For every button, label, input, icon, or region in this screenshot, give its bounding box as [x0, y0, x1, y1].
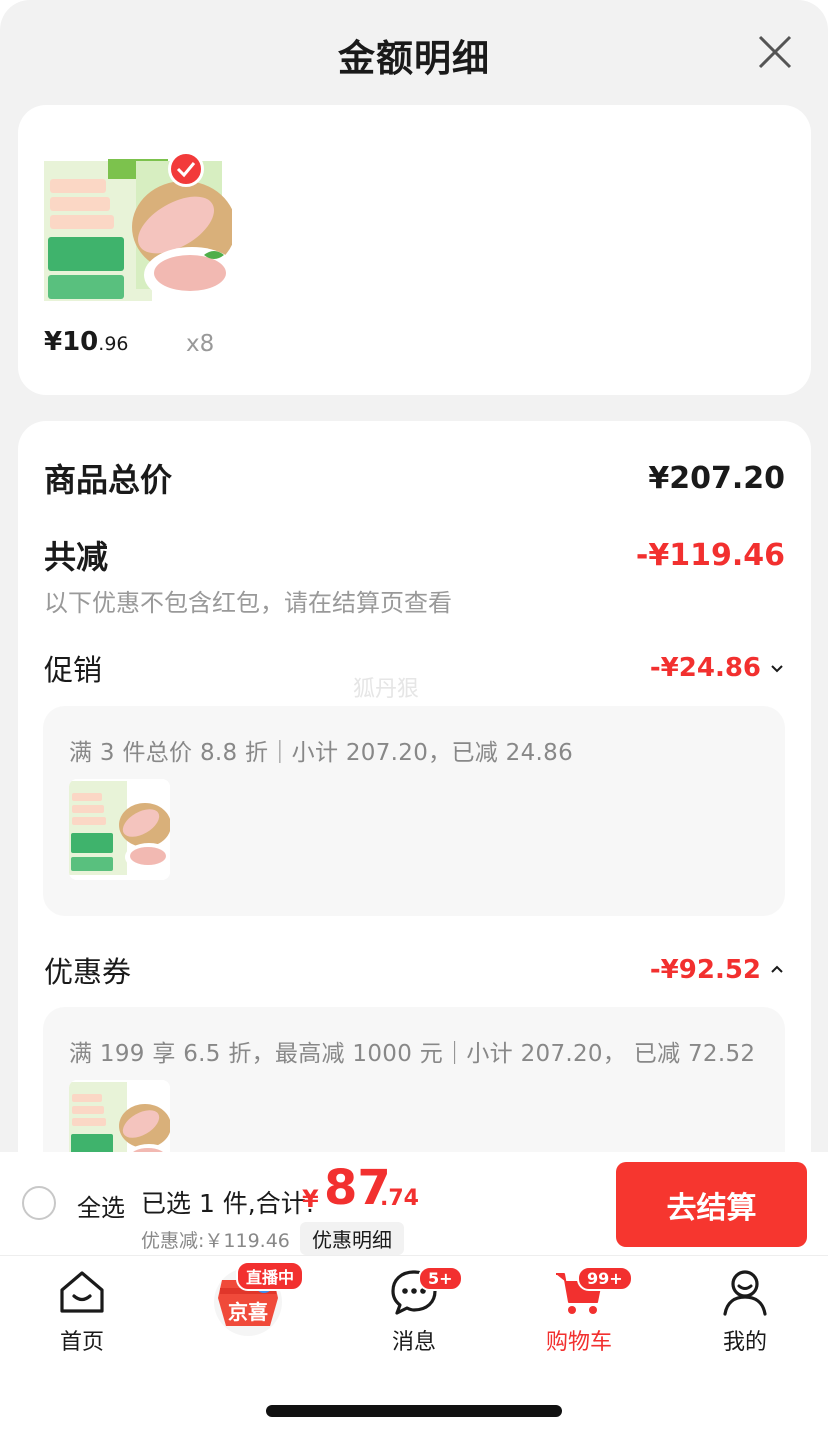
sheet-title: 金额明细 [338, 37, 490, 80]
coupon-label: 优惠券 [44, 955, 132, 989]
tab-label: 消息 [391, 1330, 436, 1355]
tab-label: 购物车 [545, 1330, 612, 1355]
reduction-value: -¥119.46 [635, 537, 785, 573]
tab-home[interactable]: 首页 [22, 1266, 142, 1356]
discount-total: 优惠减:￥119.46 [141, 1230, 290, 1252]
promotion-product-thumbnail[interactable] [69, 779, 170, 880]
checkout-bar: 全选 已选 1 件,合计: ¥ 87 .74 优惠减:￥119.46 优惠明细 … [0, 1152, 828, 1256]
promotion-amount: -¥24.86 [650, 653, 785, 683]
chevron-down-icon [771, 665, 783, 673]
coupon-amount: -¥92.52 [650, 955, 785, 985]
promotion-detail: 满 3 件总价 8.8 折｜小计 207.20，已减 24.86 [69, 740, 573, 766]
product-card: ¥10.96 x8 [18, 105, 811, 395]
tab-label: 首页 [59, 1330, 104, 1355]
select-all-label[interactable]: 全选 [77, 1188, 125, 1223]
message-badge: 5+ [418, 1266, 463, 1291]
coupon-detail-box: 满 199 享 6.5 折，最高减 1000 元｜小计 207.20， 已减 7… [43, 1007, 785, 1160]
total-value: ¥207.20 [648, 460, 785, 496]
discount-detail-button[interactable]: 优惠明细 [300, 1222, 404, 1255]
bottom-tab-bar: 首页 京喜 直播中 消息 5+ 购物车 99+ 我的 [0, 1256, 828, 1366]
promotion-label: 促销 [44, 653, 103, 687]
tab-messages[interactable]: 消息 5+ [354, 1266, 474, 1356]
product-thumbnail[interactable] [44, 157, 232, 309]
total-decimal: .74 [380, 1186, 419, 1211]
live-badge: 直播中 [236, 1261, 305, 1291]
promotion-detail-box: 满 3 件总价 8.8 折｜小计 207.20，已减 24.86 [43, 706, 785, 916]
price-detail-card: 商品总价 ¥207.20 共减 -¥119.46 以下优惠不包含红包，请在结算页… [18, 421, 811, 1160]
chevron-up-icon [771, 965, 783, 973]
close-button[interactable] [756, 33, 794, 71]
home-icon [60, 1271, 104, 1313]
checkout-button[interactable]: 去结算 [616, 1162, 807, 1247]
coupon-product-thumbnail[interactable] [69, 1080, 170, 1160]
select-all-radio[interactable] [22, 1186, 56, 1220]
selected-info: 已选 1 件,合计: [141, 1189, 315, 1218]
product-price: ¥10.96 [44, 327, 129, 357]
checkmark-icon [176, 162, 196, 178]
close-icon [758, 35, 792, 69]
tab-cart[interactable]: 购物车 99+ [519, 1266, 639, 1356]
total-row: 商品总价 ¥207.20 [44, 455, 785, 501]
price-integer: ¥10 [44, 327, 99, 357]
coupon-value: -¥92.52 [649, 955, 761, 985]
reduction-label: 共减 [44, 538, 109, 576]
amount-detail-sheet: 金额明细 ¥10.96 x8 商品总价 ¥207.20 共减 -¥119.46 … [0, 0, 828, 1160]
tab-jingxi[interactable]: 京喜 直播中 [188, 1258, 308, 1338]
coupon-row[interactable]: 优惠券 -¥92.52 [44, 949, 785, 991]
total-currency: ¥ [302, 1185, 319, 1213]
profile-icon [723, 1270, 767, 1316]
tab-label: 我的 [722, 1330, 767, 1355]
tab-profile[interactable]: 我的 [685, 1266, 805, 1356]
promotion-row[interactable]: 促销 -¥24.86 [44, 647, 785, 689]
tab-label: 京喜 [228, 1300, 268, 1324]
selected-check-icon[interactable] [168, 151, 204, 187]
reduction-row: 共减 -¥119.46 [44, 532, 785, 578]
reduction-note: 以下优惠不包含红包，请在结算页查看 [44, 589, 452, 617]
total-label: 商品总价 [44, 461, 173, 499]
home-indicator [266, 1405, 562, 1417]
cart-badge: 99+ [577, 1266, 633, 1291]
price-decimal: .96 [98, 333, 129, 355]
promotion-value: -¥24.86 [649, 653, 761, 683]
product-quantity: x8 [186, 331, 215, 357]
coupon-detail: 满 199 享 6.5 折，最高减 1000 元｜小计 207.20， 已减 7… [69, 1041, 756, 1067]
